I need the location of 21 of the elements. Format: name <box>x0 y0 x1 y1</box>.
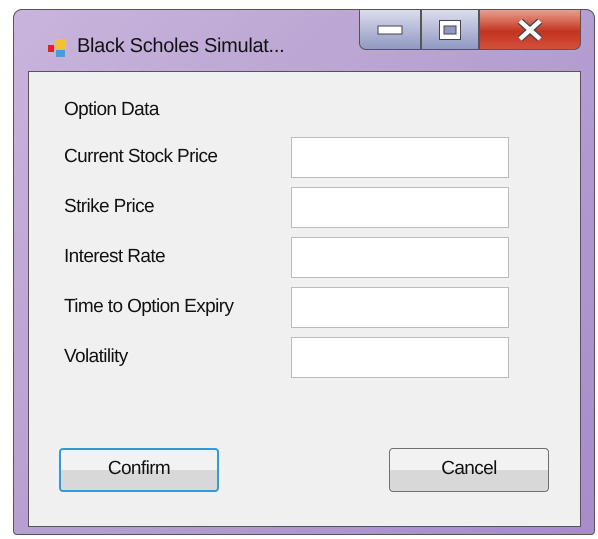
section-heading: Option Data <box>64 98 160 122</box>
input-field[interactable] <box>291 186 509 228</box>
window-title: Black Scholes Simulat... <box>77 34 284 59</box>
confirm-button[interactable]: Confirm <box>59 448 219 492</box>
close-button[interactable] <box>479 10 581 50</box>
field-label: Strike Price <box>64 194 155 219</box>
field-label: Current Stock Price <box>64 144 218 169</box>
minimize-button[interactable] <box>359 10 421 50</box>
close-icon <box>516 18 544 40</box>
maximize-button[interactable] <box>421 10 479 50</box>
maximize-icon <box>438 18 462 40</box>
app-icon <box>47 38 69 58</box>
minimize-icon <box>377 24 403 34</box>
field-label: Volatility <box>64 344 130 369</box>
cancel-button[interactable]: Cancel <box>389 448 549 492</box>
field-label: Time to Option Expiry <box>64 294 235 319</box>
input-field[interactable] <box>291 136 509 178</box>
input-field[interactable] <box>291 336 509 378</box>
input-field[interactable] <box>291 286 509 328</box>
field-label: Interest Rate <box>64 244 166 269</box>
input-field[interactable] <box>291 236 509 278</box>
